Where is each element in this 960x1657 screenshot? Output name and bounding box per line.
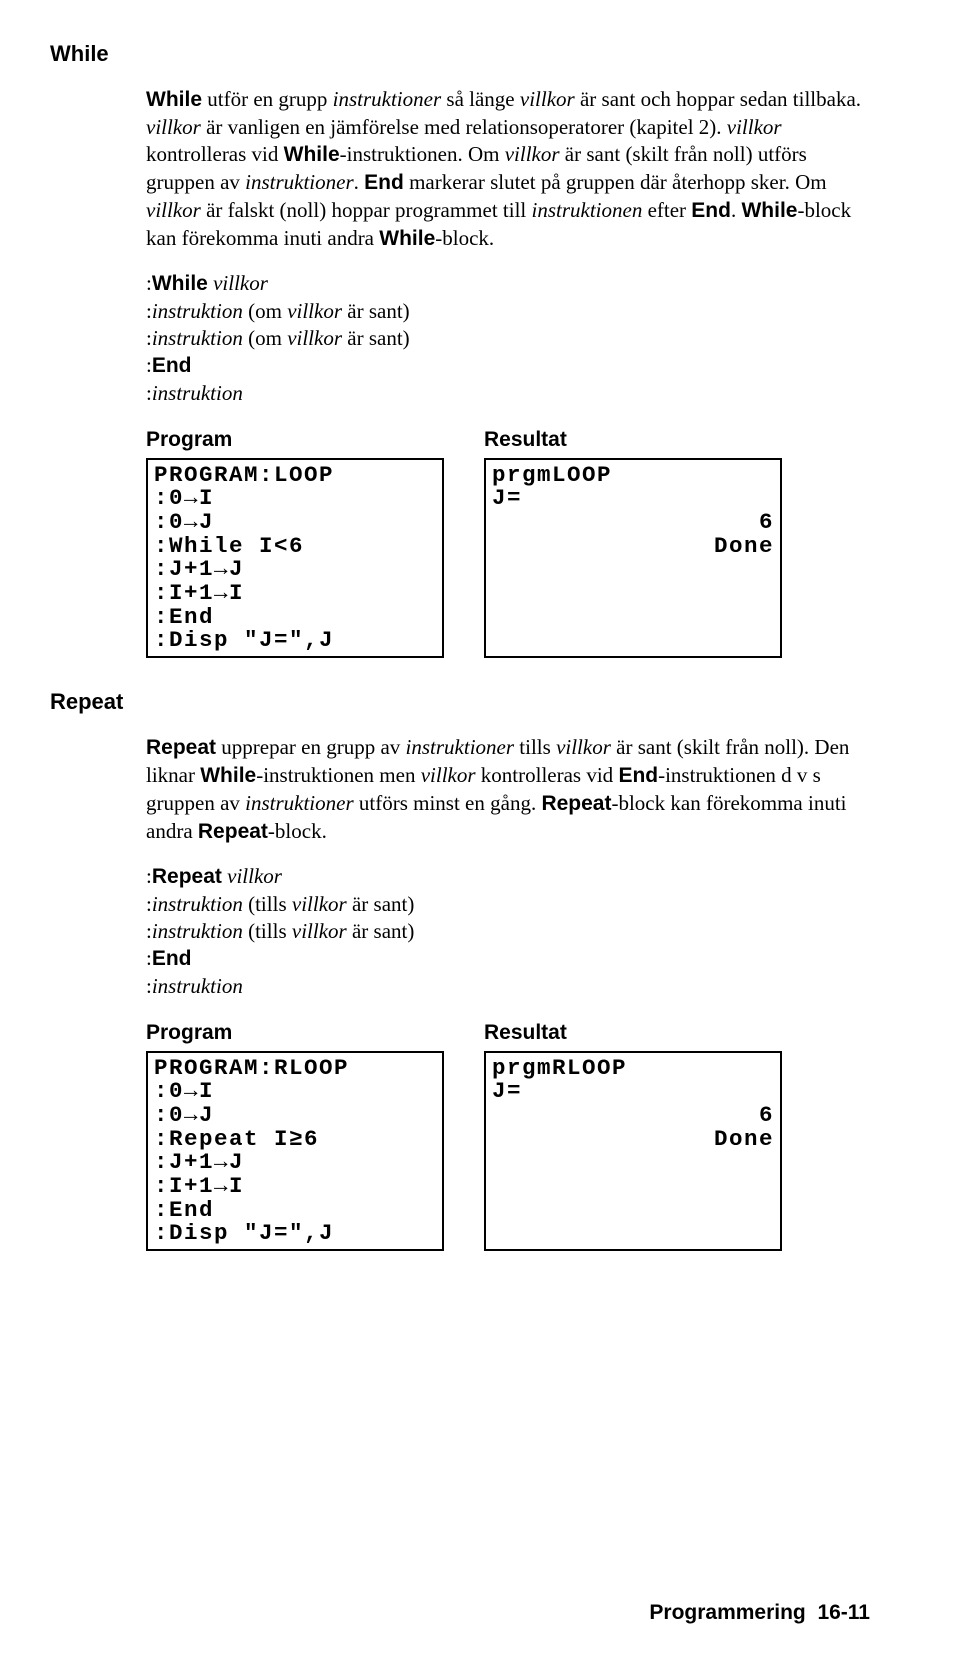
while-example-columns: Program PROGRAM:LOOP :0→I :0→J :While I<… [146, 427, 870, 658]
while-program-screen: PROGRAM:LOOP :0→I :0→J :While I<6 :J+1→J… [146, 458, 444, 658]
while-heading: While [50, 40, 870, 68]
while-syntax-block: :While villkor:instruktion (om villkor ä… [146, 270, 870, 406]
repeat-result-screen: prgmRLOOPJ=6Done [484, 1051, 782, 1251]
while-result-screen: prgmLOOPJ=6Done [484, 458, 782, 658]
footer-page: 16-11 [817, 1601, 870, 1624]
while-description: While utför en grupp instruktioner så lä… [146, 86, 870, 252]
repeat-heading: Repeat [50, 688, 870, 716]
repeat-description: Repeat upprepar en grupp av instruktione… [146, 734, 870, 846]
repeat-example-columns: Program PROGRAM:RLOOP :0→I :0→J :Repeat … [146, 1020, 870, 1251]
page-footer: Programmering 16-11 [649, 1600, 870, 1627]
while-program-label: Program [146, 427, 444, 454]
footer-chapter: Programmering [649, 1601, 805, 1624]
repeat-syntax-block: :Repeat villkor:instruktion (tills villk… [146, 863, 870, 999]
repeat-program-screen: PROGRAM:RLOOP :0→I :0→J :Repeat I≥6 :J+1… [146, 1051, 444, 1251]
while-result-label: Resultat [484, 427, 782, 454]
repeat-program-label: Program [146, 1020, 444, 1047]
repeat-result-label: Resultat [484, 1020, 782, 1047]
